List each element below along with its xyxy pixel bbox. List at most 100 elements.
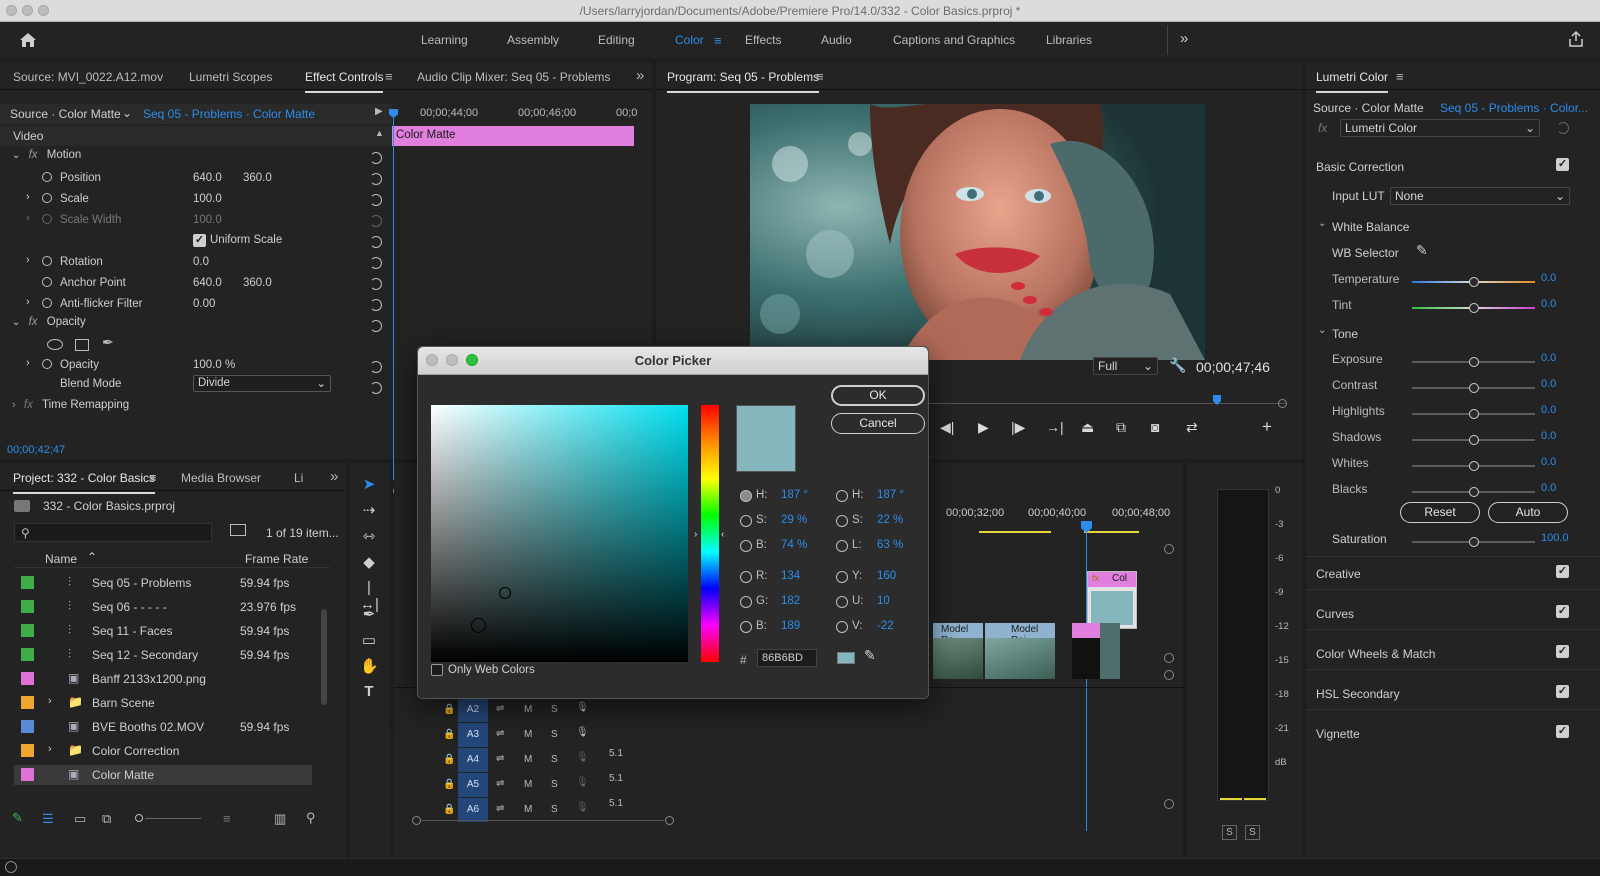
hue-slider-arrow-right[interactable]: ‹ xyxy=(721,529,724,540)
reset-icon[interactable] xyxy=(370,382,382,394)
project-scrollbar[interactable] xyxy=(321,609,327,705)
tone-header[interactable]: Tone xyxy=(1332,327,1358,341)
tone-value[interactable]: 0.0 xyxy=(1541,430,1556,442)
tone-slider-knob[interactable] xyxy=(1469,409,1479,419)
sync-lock-icon[interactable]: ⇌ xyxy=(496,753,504,764)
lock-icon[interactable]: 🔒 xyxy=(443,754,455,765)
color-wheels-checkbox[interactable]: ✓ xyxy=(1556,645,1569,658)
type-tool-icon[interactable]: T xyxy=(360,683,378,701)
solo-left-button[interactable]: S xyxy=(1222,825,1237,840)
play-icon[interactable]: ▶ xyxy=(978,419,989,436)
eyedropper-icon[interactable]: ✎ xyxy=(864,647,876,664)
mute-button[interactable]: M xyxy=(524,779,532,790)
expand-arrow-icon[interactable]: › xyxy=(26,254,30,274)
effect-timeline-ruler[interactable]: 00;00;44;00 00;00;46;00 00;0 xyxy=(392,104,637,124)
sort-icons-icon[interactable]: ≡ xyxy=(223,811,231,826)
tint-value[interactable]: 0.0 xyxy=(1541,298,1556,310)
panel-menu-icon[interactable]: ≡ xyxy=(149,470,157,485)
tab-libraries[interactable]: Li xyxy=(294,471,303,485)
panel-menu-icon[interactable]: ≡ xyxy=(1396,69,1404,84)
workspace-color[interactable]: Color xyxy=(675,33,704,47)
panel-menu-icon[interactable]: ≡ xyxy=(816,69,824,84)
color-mode-radio[interactable] xyxy=(836,596,848,608)
slip-tool-icon[interactable]: |↔| xyxy=(360,579,379,613)
microphone-icon[interactable]: 🎙 xyxy=(576,777,589,788)
list-item[interactable]: ▣ Banff 2133x1200.png xyxy=(14,669,312,689)
track-target-toggle[interactable]: A3 xyxy=(458,723,488,747)
color-value-field[interactable]: 187 ° xyxy=(781,489,808,501)
razor-tool-icon[interactable]: ◆ xyxy=(360,553,378,571)
reset-icon[interactable] xyxy=(1557,122,1569,134)
microphone-icon[interactable]: 🎙 xyxy=(576,702,589,713)
solo-button[interactable]: S xyxy=(551,779,558,790)
temperature-knob[interactable] xyxy=(1469,277,1479,287)
program-timecode[interactable]: 00;00;47;46 xyxy=(1196,359,1270,375)
chevron-down-icon[interactable]: ⌄ xyxy=(122,106,132,120)
blend-mode-dropdown[interactable]: Divide ⌄ xyxy=(193,375,331,392)
stopwatch-icon[interactable] xyxy=(42,359,52,369)
reset-icon[interactable] xyxy=(370,299,382,311)
lock-icon[interactable]: 🔒 xyxy=(443,804,455,815)
video-clip[interactable]: Model Ra xyxy=(933,623,983,679)
anchor-y-value[interactable]: 360.0 xyxy=(243,277,272,297)
stopwatch-icon[interactable] xyxy=(42,256,52,266)
color-value-field[interactable]: 10 xyxy=(877,595,890,607)
workspace-editing[interactable]: Editing xyxy=(598,33,635,47)
color-value-field[interactable]: 134 xyxy=(781,570,800,582)
tone-slider-knob[interactable] xyxy=(1469,383,1479,393)
panel-menu-icon[interactable]: ≡ xyxy=(385,69,393,84)
tab-audio-clip-mixer[interactable]: Audio Clip Mixer: Seq 05 - Problems xyxy=(417,70,610,84)
hex-input[interactable]: 86B6BD xyxy=(757,649,817,667)
cancel-button[interactable]: Cancel xyxy=(831,413,925,434)
reset-icon[interactable] xyxy=(370,194,382,206)
tone-value[interactable]: 0.0 xyxy=(1541,352,1556,364)
lift-icon[interactable]: ⏏ xyxy=(1081,419,1094,436)
tint-knob[interactable] xyxy=(1469,303,1479,313)
list-view-icon[interactable]: ☰ xyxy=(42,811,54,827)
color-value-field[interactable]: 63 % xyxy=(877,539,903,551)
color-value-field[interactable]: 160 xyxy=(877,570,896,582)
mute-button[interactable]: M xyxy=(524,754,532,765)
color-value-field[interactable]: 74 % xyxy=(781,539,807,551)
stopwatch-icon[interactable] xyxy=(42,193,52,203)
tone-value[interactable]: 0.0 xyxy=(1541,404,1556,416)
color-wheels-section[interactable]: Color Wheels & Match xyxy=(1316,647,1435,661)
only-web-colors-checkbox[interactable] xyxy=(431,664,443,676)
wrench-icon[interactable]: 🔧 xyxy=(1169,357,1186,374)
uniform-scale-checkbox[interactable]: ✓ xyxy=(193,234,206,247)
color-value-field[interactable]: 182 xyxy=(781,595,800,607)
share-icon[interactable] xyxy=(1567,30,1585,48)
ellipse-mask-icon[interactable] xyxy=(47,339,63,350)
tab-project[interactable]: Project: 332 - Color Basics xyxy=(13,471,156,494)
play-triangle-icon[interactable]: ▶ xyxy=(375,106,383,117)
workspace-menu-icon[interactable]: ≡ xyxy=(714,33,722,48)
position-x-value[interactable]: 640.0 xyxy=(193,172,222,192)
temperature-value[interactable]: 0.0 xyxy=(1541,272,1556,284)
lock-icon[interactable]: 🔒 xyxy=(443,779,455,790)
workspace-effects[interactable]: Effects xyxy=(745,33,781,47)
tab-source[interactable]: Source: MVI_0022.A12.mov xyxy=(13,70,163,84)
new-bin-from-search-icon[interactable] xyxy=(230,524,246,536)
ripple-edit-tool-icon[interactable]: ⇿ xyxy=(360,527,378,545)
list-item[interactable]: ⫶ Seq 05 - Problems 59.94 fps xyxy=(14,573,312,593)
list-item[interactable]: ▣ Color Matte xyxy=(14,765,312,785)
tone-value[interactable]: 0.0 xyxy=(1541,482,1556,494)
tab-lumetri-color[interactable]: Lumetri Color xyxy=(1316,70,1389,93)
basic-correction-header[interactable]: Basic Correction xyxy=(1316,160,1404,174)
ok-button[interactable]: OK xyxy=(831,385,925,406)
scale-value[interactable]: 100.0 xyxy=(193,193,222,213)
find-icon[interactable]: ⚲ xyxy=(306,810,316,826)
solo-button[interactable]: S xyxy=(551,704,558,715)
expand-arrow-icon[interactable]: › xyxy=(26,191,30,211)
track-target-toggle[interactable]: A5 xyxy=(458,773,488,797)
tab-media-browser[interactable]: Media Browser xyxy=(181,471,261,485)
go-to-out-icon[interactable]: →| xyxy=(1046,419,1064,435)
tone-slider-knob[interactable] xyxy=(1469,461,1479,471)
curves-checkbox[interactable]: ✓ xyxy=(1556,605,1569,618)
tone-slider-knob[interactable] xyxy=(1469,435,1479,445)
timeline-zoom-handle[interactable] xyxy=(665,816,674,825)
creative-cloud-icon[interactable] xyxy=(5,861,17,873)
rectangle-tool-icon[interactable]: ▭ xyxy=(360,631,378,649)
motion-row[interactable]: ⌄ fx Motion xyxy=(12,149,81,169)
tone-slider-knob[interactable] xyxy=(1469,357,1479,367)
